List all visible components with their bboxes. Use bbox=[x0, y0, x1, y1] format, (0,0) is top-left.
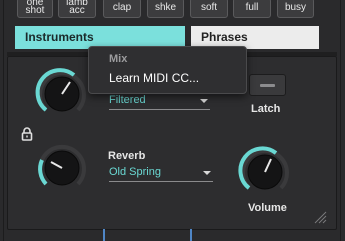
pad-clap[interactable]: clap bbox=[103, 0, 141, 18]
pad-label: full bbox=[245, 2, 259, 13]
timeline-marker bbox=[103, 229, 105, 241]
reverb-knob[interactable] bbox=[34, 140, 90, 196]
context-menu: Mix Learn MIDI CC... bbox=[88, 46, 247, 94]
top-knob[interactable] bbox=[34, 66, 90, 122]
mix-dropdown-value: Filtered bbox=[109, 94, 146, 106]
chevron-down-icon bbox=[203, 171, 211, 175]
latch-label: Latch bbox=[251, 103, 281, 115]
pad-full[interactable]: full bbox=[233, 0, 271, 18]
chevron-down-icon bbox=[200, 99, 208, 103]
reverb-dropdown-value: Old Spring bbox=[109, 166, 161, 178]
pad-label: soft bbox=[200, 2, 218, 13]
pad-label: shke bbox=[154, 2, 177, 13]
mix-dropdown[interactable]: Filtered bbox=[109, 94, 210, 110]
pad-label: busy bbox=[284, 2, 307, 13]
reverb-dropdown[interactable]: Old Spring bbox=[109, 166, 213, 182]
volume-knob[interactable] bbox=[237, 144, 293, 200]
latch-button[interactable] bbox=[249, 74, 286, 96]
context-menu-header: Mix bbox=[109, 53, 128, 65]
pad-one-shot[interactable]: one shot bbox=[17, 0, 53, 18]
pad-label: shot bbox=[25, 5, 45, 16]
latch-indicator bbox=[260, 84, 275, 87]
pad-label: clap bbox=[112, 2, 132, 13]
background-seam bbox=[340, 0, 341, 241]
pad-lamb-acc[interactable]: lamb acc bbox=[58, 0, 96, 18]
resize-grip-icon[interactable] bbox=[313, 210, 327, 229]
reverb-label: Reverb bbox=[108, 150, 146, 162]
pad-shke[interactable]: shke bbox=[147, 0, 184, 18]
lock-icon[interactable] bbox=[20, 127, 34, 146]
instrument-plugin-window: one shot lamb acc clap shke soft full bu… bbox=[0, 0, 345, 241]
timeline-marker bbox=[190, 229, 192, 241]
pad-label: acc bbox=[69, 5, 85, 16]
pad-busy[interactable]: busy bbox=[277, 0, 314, 18]
pad-soft[interactable]: soft bbox=[190, 0, 228, 18]
volume-label: Volume bbox=[248, 202, 287, 214]
learn-midi-cc-menu-item[interactable]: Learn MIDI CC... bbox=[109, 71, 199, 85]
background-seam bbox=[3, 0, 4, 241]
